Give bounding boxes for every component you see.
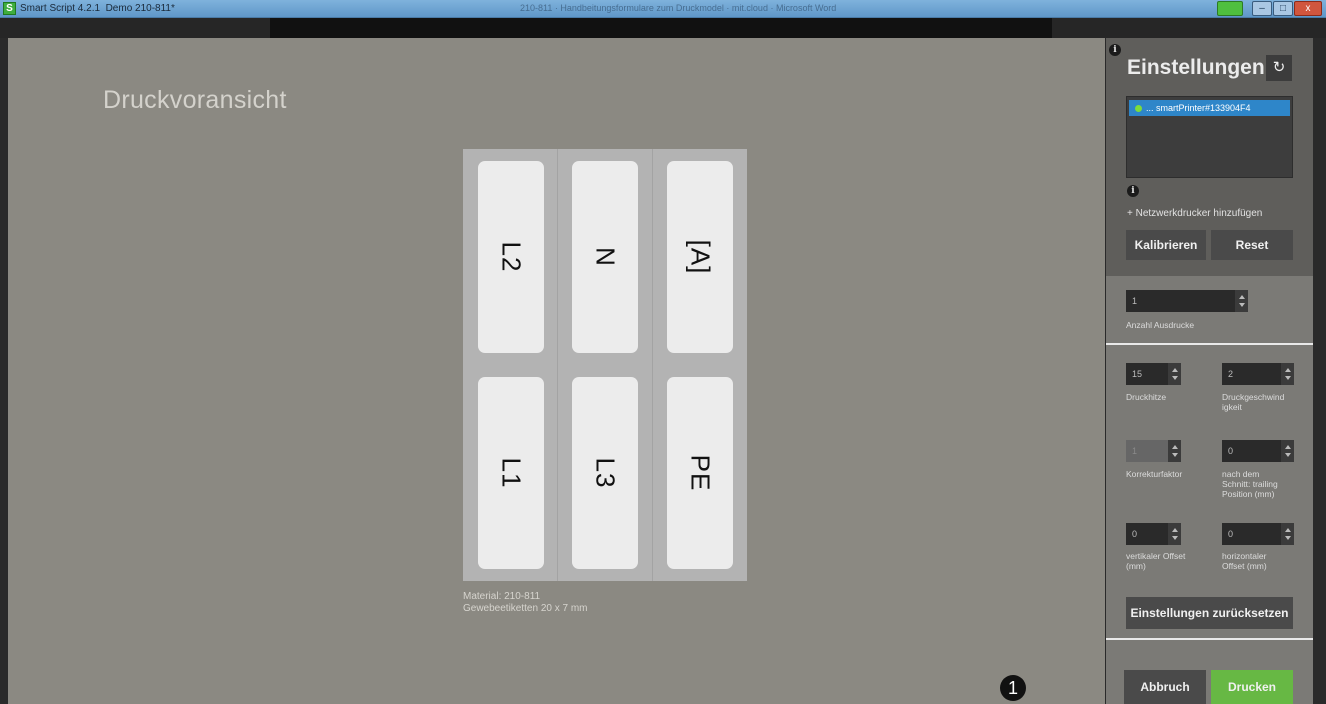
label-cell: [A]: [667, 161, 733, 353]
app-logo-icon: S: [3, 2, 16, 15]
cut-position-stepper[interactable]: [1281, 440, 1294, 462]
label-text: L1: [496, 457, 527, 489]
label-text: [A]: [685, 239, 716, 275]
settings-panel: i Einstellungen ↻ ... smartPrinter#13390…: [1106, 38, 1313, 704]
label-cell: L2: [478, 161, 544, 353]
printer-list[interactable]: ... smartPrinter#133904F4: [1126, 96, 1293, 178]
copies-label: Anzahl Ausdrucke: [1126, 320, 1195, 330]
printer-list-item[interactable]: ... smartPrinter#133904F4: [1129, 100, 1290, 116]
label-text: L3: [590, 457, 621, 489]
reset-button[interactable]: Reset: [1211, 230, 1293, 260]
cut-position-input[interactable]: 0: [1222, 440, 1294, 462]
online-status-icon: [1135, 105, 1142, 113]
cut-position-value: 0: [1228, 446, 1234, 456]
horizontal-offset-input[interactable]: 0: [1222, 523, 1294, 545]
app-window: S Smart Script 4.2.1 Demo 210-811* 210-8…: [0, 0, 1326, 704]
reset-settings-button[interactable]: Einstellungen zurücksetzen: [1126, 597, 1293, 629]
horizontal-offset-stepper[interactable]: [1281, 523, 1294, 545]
horizontal-offset-value: 0: [1228, 529, 1234, 539]
vertical-offset-input[interactable]: 0: [1126, 523, 1181, 545]
print-heat-label: Druckhitze: [1126, 392, 1167, 402]
step-callout-badge: 1: [1000, 675, 1026, 701]
cut-position-label: nach dem Schnitt: trailing Position (mm): [1222, 469, 1278, 499]
tab-strip: [270, 18, 1052, 38]
horizontal-offset-label: horizontaler Offset (mm): [1222, 551, 1267, 571]
label-text: PE: [685, 454, 716, 492]
divider: [1106, 343, 1313, 345]
add-network-printer-link[interactable]: + Netzwerkdrucker hinzufügen: [1127, 208, 1262, 219]
title-bar: S Smart Script 4.2.1 Demo 210-811* 210-8…: [0, 0, 1326, 18]
correction-factor-input: 1: [1126, 440, 1181, 462]
label-cell: L3: [572, 377, 638, 569]
minimize-button[interactable]: –: [1252, 1, 1272, 16]
correction-factor-stepper: [1168, 440, 1181, 462]
page-title: Druckvoransicht: [103, 86, 287, 114]
print-speed-stepper[interactable]: [1281, 363, 1294, 385]
material-code: Material: 210-811: [463, 591, 541, 602]
column-divider: [557, 149, 558, 581]
print-heat-input[interactable]: 15: [1126, 363, 1181, 385]
close-button[interactable]: x: [1294, 1, 1322, 16]
label-cell: PE: [667, 377, 733, 569]
vertical-offset-value: 0: [1132, 529, 1138, 539]
label-sheet: L2 N [A] L1 L3 PE: [463, 149, 747, 581]
vertical-offset-stepper[interactable]: [1168, 523, 1181, 545]
print-speed-input[interactable]: 2: [1222, 363, 1294, 385]
label-text: L2: [496, 241, 527, 273]
correction-factor-value: 1: [1132, 446, 1138, 456]
correction-factor-label: Korrekturfaktor: [1126, 469, 1183, 479]
app-toolbar-background: [0, 18, 1326, 38]
refresh-icon[interactable]: ↻: [1266, 55, 1292, 81]
cancel-button[interactable]: Abbruch: [1124, 670, 1206, 704]
vertical-offset-label: vertikaler Offset (mm): [1126, 551, 1186, 571]
window-title: Smart Script 4.2.1 Demo 210-811*: [20, 3, 175, 14]
label-cell: N: [572, 161, 638, 353]
print-speed-label: Druckgeschwind igkeit: [1222, 392, 1285, 412]
copies-value: 1: [1132, 296, 1138, 306]
column-divider: [652, 149, 653, 581]
divider: [1106, 638, 1313, 640]
settings-title: Einstellungen: [1127, 56, 1265, 79]
label-cell: L1: [478, 377, 544, 569]
taskbar-status-icon[interactable]: [1217, 1, 1243, 16]
print-speed-value: 2: [1228, 369, 1234, 379]
printer-name: ... smartPrinter#133904F4: [1146, 103, 1251, 113]
maximize-button[interactable]: □: [1273, 1, 1293, 16]
window-center-title: 210-811 · Handbeitungsformulare zum Druc…: [520, 3, 837, 13]
info-icon[interactable]: i: [1109, 44, 1121, 56]
print-button[interactable]: Drucken: [1211, 670, 1293, 704]
copies-stepper[interactable]: [1235, 290, 1248, 312]
material-info: Material: 210-811 Gewebeetiketten 20 x 7…: [463, 591, 588, 615]
material-description: Gewebeetiketten 20 x 7 mm: [463, 603, 588, 614]
print-heat-stepper[interactable]: [1168, 363, 1181, 385]
print-heat-value: 15: [1132, 369, 1143, 379]
calibrate-button[interactable]: Kalibrieren: [1126, 230, 1206, 260]
label-text: N: [590, 247, 621, 267]
info-icon[interactable]: i: [1127, 185, 1139, 197]
copies-input[interactable]: 1: [1126, 290, 1248, 312]
